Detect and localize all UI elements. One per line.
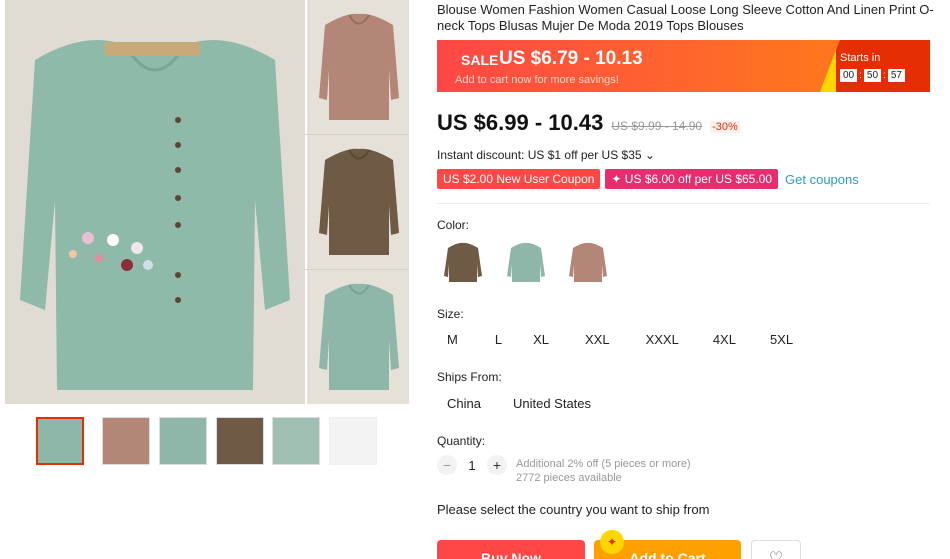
buy-now-button[interactable]: Buy Now <box>437 540 585 559</box>
thumbnail-1[interactable] <box>36 417 84 465</box>
thumbnail-2[interactable] <box>102 417 150 465</box>
timer-minutes: 50 <box>863 69 882 82</box>
divider <box>437 203 930 204</box>
timer-separator: : <box>859 70 862 81</box>
pink-blouse-illustration <box>307 0 409 134</box>
product-gallery <box>5 0 409 404</box>
starts-in-label: Starts in <box>840 52 881 64</box>
quantity-note-discount: Additional 2% off (5 pieces or more) <box>516 458 691 470</box>
color-swatch-pink[interactable] <box>565 238 611 286</box>
quantity-value[interactable]: 1 <box>457 458 487 473</box>
ship-option-united-states[interactable]: United States <box>503 393 601 414</box>
pink-swatch-image <box>569 242 607 282</box>
timer-seconds: 57 <box>887 69 905 82</box>
size-option-m[interactable]: M <box>437 329 468 350</box>
thumbnail-6[interactable] <box>329 417 377 465</box>
original-price: US $9.99 - 14.90 <box>611 119 703 133</box>
size-label: Size: <box>437 307 464 321</box>
discount-badge: -30% <box>710 121 740 133</box>
ships-from-options: China United States <box>437 393 613 414</box>
sale-subtext: Add to cart now for more savings! <box>455 74 619 86</box>
green-blouse-illustration <box>5 0 305 404</box>
quantity-note-available: 2772 pieces available <box>516 472 622 484</box>
timer-separator: : <box>883 70 886 81</box>
price-row: US $6.99 - 10.43 US $9.99 - 14.90 -30% <box>437 110 740 136</box>
size-option-xxxl[interactable]: XXXL <box>636 329 689 350</box>
product-page: Blouse Women Fashion Women Casual Loose … <box>0 0 950 559</box>
side-image-green[interactable] <box>305 270 409 404</box>
heart-icon: ♡ <box>768 550 784 559</box>
current-price: US $6.99 - 10.43 <box>437 110 604 135</box>
color-swatch-green[interactable] <box>503 238 549 286</box>
wishlist-button[interactable]: ♡ <box>751 540 801 559</box>
timer-hours: 00 <box>840 69 858 82</box>
size-option-xl[interactable]: XL <box>523 329 559 350</box>
sale-countdown-area: Starts in 00 : 50 : 57 <box>820 40 930 92</box>
size-option-4xl[interactable]: 4XL <box>703 329 746 350</box>
countdown-timer: 00 : 50 : 57 <box>840 69 905 82</box>
thumbnail-4[interactable] <box>216 417 264 465</box>
sale-price: US $6.79 - 10.13 <box>499 48 643 69</box>
ship-option-china[interactable]: China <box>437 393 491 414</box>
sale-banner: SALE US $6.79 - 10.13 Add to cart now fo… <box>437 40 930 92</box>
green-blouse-small-illustration <box>307 270 409 404</box>
ships-from-label: Ships From: <box>437 370 502 384</box>
quantity-plus-button[interactable]: + <box>487 455 507 475</box>
color-swatch-brown[interactable] <box>440 238 486 286</box>
quantity-minus-button[interactable]: − <box>437 455 457 475</box>
side-image-brown[interactable] <box>305 135 409 269</box>
size-options: M L XL XXL XXXL 4XL 5XL <box>437 329 815 350</box>
thumbnail-5[interactable] <box>272 417 320 465</box>
coupon-row: US $2.00 New User Coupon ✦ US $6.00 off … <box>437 169 859 189</box>
size-option-xxl[interactable]: XXL <box>575 329 620 350</box>
main-product-image[interactable] <box>5 0 305 404</box>
cart-coin-icon: ✦ <box>600 530 624 554</box>
green-swatch-image <box>507 242 545 282</box>
thumbnail-3[interactable] <box>159 417 207 465</box>
store-coupon[interactable]: ✦ US $6.00 off per US $65.00 <box>605 169 779 189</box>
sale-tag: SALE <box>461 52 499 68</box>
thumbnail-strip <box>36 417 396 465</box>
side-image-pink[interactable] <box>305 0 409 134</box>
color-label: Color: <box>437 218 470 232</box>
product-title: Blouse Women Fashion Women Casual Loose … <box>437 2 934 33</box>
brown-swatch-image <box>444 242 482 282</box>
new-user-coupon[interactable]: US $2.00 New User Coupon <box>437 169 601 189</box>
size-option-l[interactable]: L <box>485 329 512 350</box>
countdown-panel: Starts in 00 : 50 : 57 <box>836 40 930 92</box>
brown-blouse-illustration <box>307 135 409 269</box>
get-coupons-link[interactable]: Get coupons <box>785 172 859 187</box>
quantity-label: Quantity: <box>437 434 486 448</box>
quantity-note: Additional 2% off (5 pieces or more) 277… <box>516 457 691 485</box>
size-option-5xl[interactable]: 5XL <box>760 329 803 350</box>
instant-discount[interactable]: Instant discount: US $1 off per US $35 ⌄ <box>437 148 655 162</box>
ship-country-message: Please select the country you want to sh… <box>437 502 710 517</box>
quantity-stepper: − 1 + <box>437 455 507 475</box>
